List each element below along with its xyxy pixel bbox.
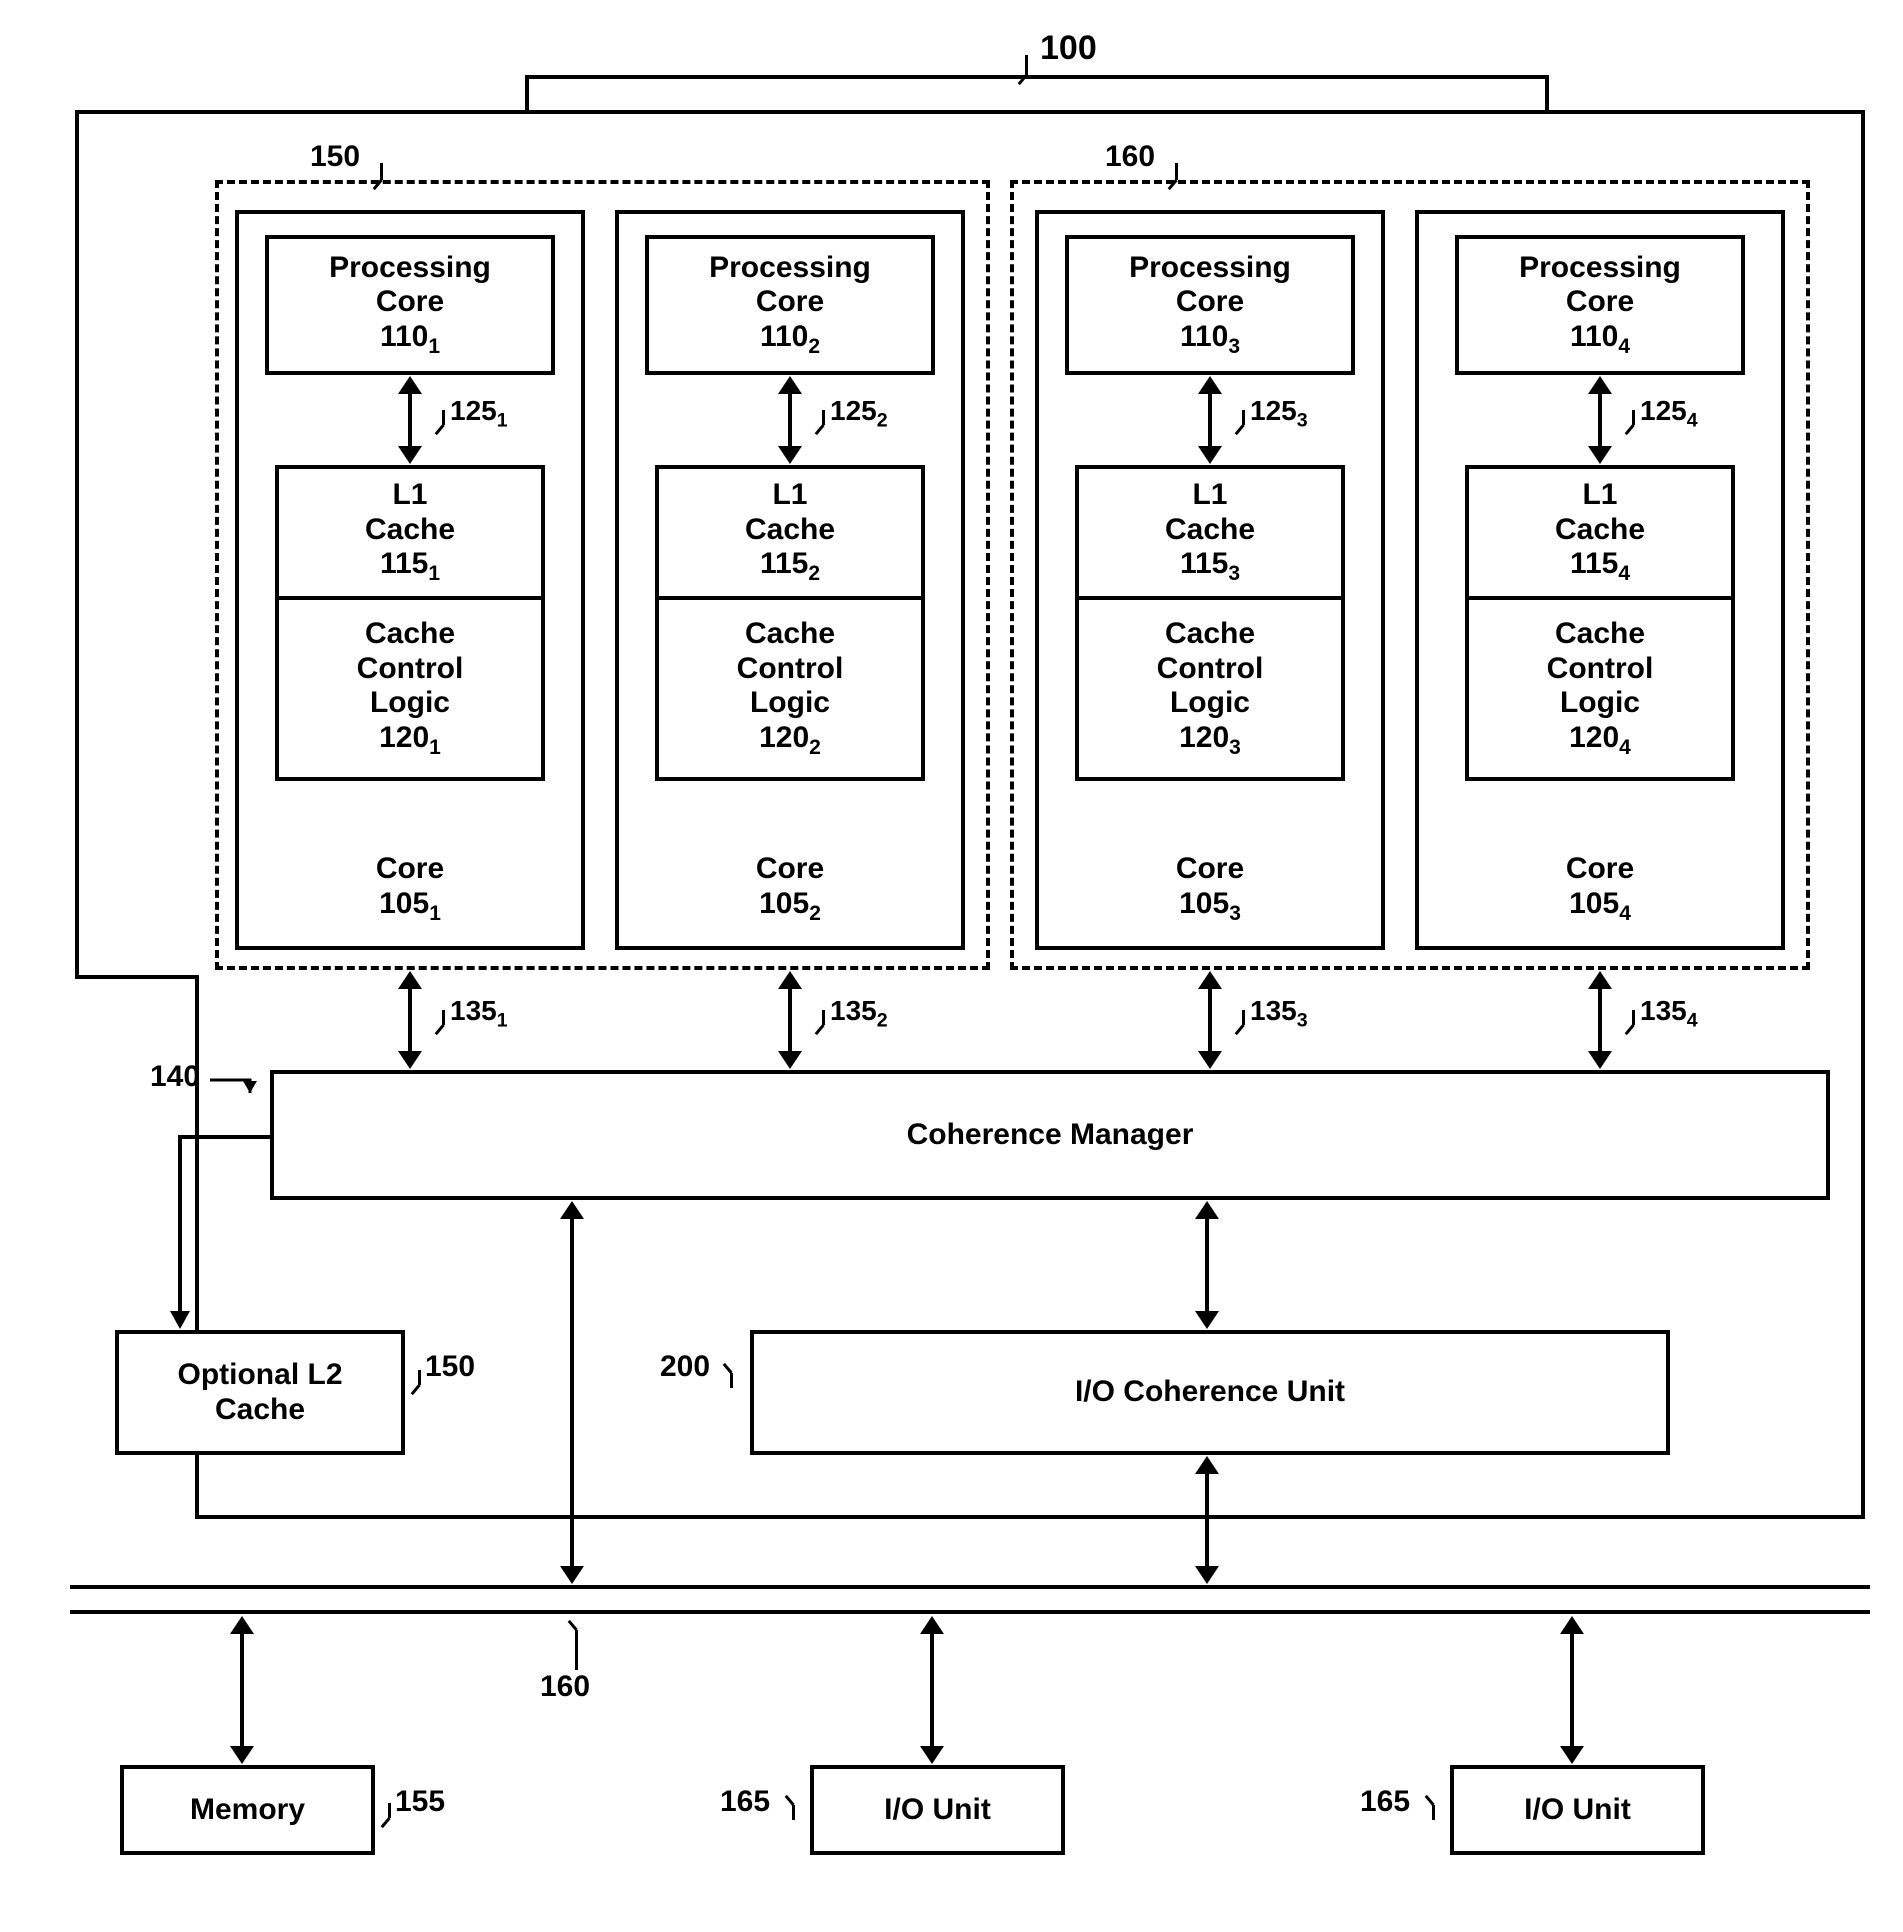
optional-l2-cache: Optional L2 Cache xyxy=(115,1330,405,1455)
processing-core-2: Processing Core1102 xyxy=(645,235,935,375)
cache-ctrl-logic-1: Cache Control Logic1201 xyxy=(275,596,545,781)
processing-core-4: Processing Core1104 xyxy=(1455,235,1745,375)
ref-155: 155 xyxy=(395,1785,445,1818)
arrow-125-2 xyxy=(788,390,792,450)
ref-200: 200 xyxy=(660,1350,710,1383)
ref-125-1: 1251 xyxy=(450,395,508,432)
coherence-manager: Coherence Manager xyxy=(270,1070,1830,1200)
ref-cluster-150: 150 xyxy=(310,140,360,173)
core-3-label: Core1053 xyxy=(1039,852,1381,926)
l1-cache-1: L1 Cache1151 xyxy=(275,465,545,600)
arrow-cm-to-iocu xyxy=(1205,1215,1209,1315)
ref-165-1: 165 xyxy=(720,1785,770,1818)
arrow-135-2 xyxy=(788,985,792,1055)
ref-135-1: 1351 xyxy=(450,995,508,1032)
arrow-125-3 xyxy=(1208,390,1212,450)
arrow-bus-io1 xyxy=(930,1630,934,1750)
arrow-125-1 xyxy=(408,390,412,450)
core-2-label: Core1052 xyxy=(619,852,961,926)
arrow-135-3 xyxy=(1208,985,1212,1055)
arrow-cm-to-l2 xyxy=(150,1125,290,1345)
ref-bus-160: 160 xyxy=(540,1670,590,1703)
ref-125-4: 1254 xyxy=(1640,395,1698,432)
l1-cache-3: L1 Cache1153 xyxy=(1075,465,1345,600)
ref-135-4: 1354 xyxy=(1640,995,1698,1032)
cache-ctrl-logic-3: Cache Control Logic1203 xyxy=(1075,596,1345,781)
ref-100: 100 xyxy=(1040,30,1097,67)
arrow-135-1 xyxy=(408,985,412,1055)
arrow-iocu-to-bus xyxy=(1205,1470,1209,1570)
core-1-label: Core1051 xyxy=(239,852,581,926)
cache-ctrl-logic-2: Cache Control Logic1202 xyxy=(655,596,925,781)
ref-135-3: 1353 xyxy=(1250,995,1308,1032)
core-4-label: Core1054 xyxy=(1419,852,1781,926)
arrow-bus-memory xyxy=(240,1630,244,1750)
ref-125-3: 1253 xyxy=(1250,395,1308,432)
arrow-125-4 xyxy=(1598,390,1602,450)
ref-165-2: 165 xyxy=(1360,1785,1410,1818)
ref-135-2: 1352 xyxy=(830,995,888,1032)
arrow-135-4 xyxy=(1598,985,1602,1055)
diagram-canvas: 100 150 160 Core1051 Processing Core1101… xyxy=(10,10,1903,1922)
arrow-bus-io2 xyxy=(1570,1630,1574,1750)
ref-140: 140 xyxy=(150,1060,200,1093)
arrow-cm-to-bus xyxy=(570,1215,574,1570)
processing-core-1: Processing Core1101 xyxy=(265,235,555,375)
ref-l2-150: 150 xyxy=(425,1350,475,1383)
ref-cluster-160: 160 xyxy=(1105,140,1155,173)
l1-cache-4: L1 Cache1154 xyxy=(1465,465,1735,600)
processing-core-3: Processing Core1103 xyxy=(1065,235,1355,375)
ref-125-2: 1252 xyxy=(830,395,888,432)
memory-block: Memory xyxy=(120,1765,375,1855)
cache-ctrl-logic-4: Cache Control Logic1204 xyxy=(1465,596,1735,781)
leader-140 xyxy=(205,1065,275,1100)
io-unit-2: I/O Unit xyxy=(1450,1765,1705,1855)
io-coherence-unit: I/O Coherence Unit xyxy=(750,1330,1670,1455)
l1-cache-2: L1 Cache1152 xyxy=(655,465,925,600)
io-unit-1: I/O Unit xyxy=(810,1765,1065,1855)
